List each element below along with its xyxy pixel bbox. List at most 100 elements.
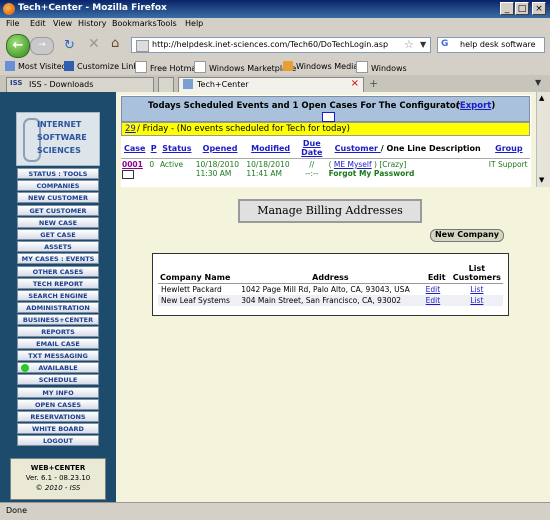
export-link[interactable]: Export [460, 101, 491, 111]
sidebar-item-email-case[interactable]: EMAIL CASE [17, 338, 99, 349]
sidebar-item-status-tools[interactable]: STATUS : TOOLS [17, 168, 99, 179]
back-button[interactable]: ← [6, 34, 30, 58]
page-icon [136, 40, 149, 52]
day-bar: 29 / Friday - (No events scheduled for T… [121, 122, 530, 136]
home-icon[interactable]: ⌂ [111, 36, 119, 51]
day-link[interactable]: 29 [125, 124, 136, 134]
menu-edit[interactable]: Edit [30, 19, 46, 28]
scroll-down-icon[interactable]: ▼ [539, 176, 544, 184]
menu-tools[interactable]: Tools [157, 19, 177, 28]
menu-file[interactable]: File [6, 19, 19, 28]
sidebar-item-logout[interactable]: LOGOUT [17, 435, 99, 446]
sidebar-item-business-center[interactable]: BUSINESS+CENTER [17, 314, 99, 325]
window-title-bar: Tech+Center - Mozilla Firefox _ □ × [0, 0, 550, 18]
menu-bar: File Edit View History Bookmarks Tools H… [0, 18, 550, 32]
bookmarks-toolbar: Most Visited Customize Links Free Hotmai… [0, 58, 550, 76]
col-status[interactable]: Status [158, 138, 195, 159]
events-header-title: Todays Scheduled Events and 1 Open Cases… [148, 101, 460, 111]
star-icon[interactable]: ☆ [404, 38, 414, 51]
sidebar-item-available[interactable]: AVAILABLE [17, 362, 99, 373]
sidebar-item-reservations[interactable]: RESERVATIONS [17, 411, 99, 422]
tab-close-icon[interactable]: × [351, 78, 359, 89]
sidebar-item-tech-report[interactable]: TECH REPORT [17, 278, 99, 289]
col-group[interactable]: Group [487, 138, 530, 159]
sidebar-item-assets[interactable]: ASSETS [17, 241, 99, 252]
list-link[interactable]: List [470, 296, 483, 305]
list-link[interactable]: List [470, 285, 483, 294]
maximize-icon[interactable]: □ [515, 2, 529, 15]
col-p[interactable]: P [148, 138, 159, 159]
status-text: Done [6, 506, 28, 515]
url-bar[interactable]: http://helpdesk.inet-sciences.com/Tech60… [131, 37, 431, 53]
minimize-icon[interactable]: _ [500, 2, 514, 15]
status-bar: Done [0, 502, 550, 520]
sidebar-item-new-customer[interactable]: NEW CUSTOMER [17, 192, 99, 203]
billing-table: Company Name Address Edit List Customers… [158, 263, 503, 306]
case-description: Forgot My Password [328, 169, 415, 178]
window-icon[interactable] [322, 112, 335, 122]
sidebar-item-txt-messaging[interactable]: TXT MESSAGING [17, 350, 99, 361]
col-list: List Customers [450, 263, 503, 284]
col-edit: Edit [422, 263, 451, 284]
bookmark-free-hotmail[interactable]: Free Hotmail [135, 61, 201, 73]
iss-logo: INTERNET SOFTWARE SCIENCES [16, 112, 100, 166]
bookmark-windows-marketplace[interactable]: Windows Marketplace [194, 61, 296, 73]
menu-view[interactable]: View [53, 19, 72, 28]
search-box[interactable]: G help desk software [437, 37, 545, 53]
sidebar-item-get-customer[interactable]: GET CUSTOMER [17, 205, 99, 216]
sidebar-item-schedule[interactable]: SCHEDULE [17, 374, 99, 385]
iss-favicon: ISS [10, 79, 23, 87]
sidebar-item-white-board[interactable]: WHITE BOARD [17, 423, 99, 434]
case-window-icon[interactable] [122, 170, 134, 179]
sidebar-item-get-case[interactable]: GET CASE [17, 229, 99, 240]
sidebar-item-my-cases-events[interactable]: MY CASES : EVENTS [17, 253, 99, 264]
tab-favicon [183, 79, 193, 89]
col-due-date[interactable]: Due Date [295, 138, 328, 159]
edit-link[interactable]: Edit [426, 296, 441, 305]
bookmark-customize-links[interactable]: Customize Links [64, 61, 142, 71]
stop-icon[interactable]: ✕ [88, 36, 100, 52]
tab-list-icon[interactable]: ▼ [535, 78, 541, 87]
dropdown-arrow-icon[interactable]: ▼ [420, 40, 426, 49]
sidebar-item-companies[interactable]: COMPANIES [17, 180, 99, 191]
forward-button[interactable]: → [30, 37, 54, 55]
sidebar-item-new-case[interactable]: NEW CASE [17, 217, 99, 228]
case-link[interactable]: 0001 [122, 160, 143, 169]
col-company: Company Name [158, 263, 239, 284]
col-modified[interactable]: Modified [245, 138, 296, 159]
sidebar-item-administration[interactable]: ADMINISTRATION [17, 302, 99, 313]
tab-scroll-button[interactable] [158, 77, 174, 92]
col-description: / One Line Description [380, 143, 481, 153]
reload-icon[interactable]: ↻ [64, 38, 75, 53]
edit-link[interactable]: Edit [426, 285, 441, 294]
bookmark-most-visited[interactable]: Most Visited [5, 61, 67, 71]
navigation-toolbar: ← → ↻ ✕ ⌂ http://helpdesk.inet-sciences.… [0, 32, 550, 59]
menu-help[interactable]: Help [185, 19, 203, 28]
sidebar-item-search-engine[interactable]: SEARCH ENGINE [17, 290, 99, 301]
table-row[interactable]: 0001 0 Active 10/18/2010 11:30 AM 10/18/2… [121, 159, 530, 181]
sidebar-item-other-cases[interactable]: OTHER CASES [17, 266, 99, 277]
version-box: WEB+CENTER Ver. 6.1 - 08.23.10 © 2010 - … [10, 458, 106, 500]
close-icon[interactable]: × [532, 2, 546, 15]
col-case[interactable]: Case [121, 138, 149, 159]
tab-iss-downloads[interactable]: ISS ISS - Downloads [6, 77, 154, 92]
bookmark-windows[interactable]: Windows [356, 61, 407, 73]
sidebar-item-open-cases[interactable]: OPEN CASES [17, 399, 99, 410]
sidebar-item-reports[interactable]: REPORTS [17, 326, 99, 337]
events-table: Case P Status Opened Modified Due Date C… [121, 138, 530, 180]
new-tab-icon[interactable]: + [369, 77, 378, 90]
menu-history[interactable]: History [78, 19, 106, 28]
search-input: help desk software [460, 40, 536, 49]
vertical-scrollbar[interactable]: ▲ ▼ [536, 92, 550, 187]
col-opened[interactable]: Opened [194, 138, 246, 159]
bookmark-windows-media[interactable]: Windows Media [283, 61, 358, 71]
tab-bar: ISS ISS - Downloads Tech+Center × + ▼ [0, 75, 550, 93]
tab-tech-center[interactable]: Tech+Center × [178, 77, 364, 92]
col-customer[interactable]: Customer [335, 144, 378, 153]
available-status-icon [21, 364, 29, 372]
sidebar-item-my-info[interactable]: MY INFO [17, 387, 99, 398]
menu-bookmarks[interactable]: Bookmarks [112, 19, 157, 28]
new-company-button[interactable]: New Company [430, 229, 504, 242]
scroll-up-icon[interactable]: ▲ [539, 94, 544, 102]
customer-link[interactable]: ME Myself [334, 160, 372, 169]
